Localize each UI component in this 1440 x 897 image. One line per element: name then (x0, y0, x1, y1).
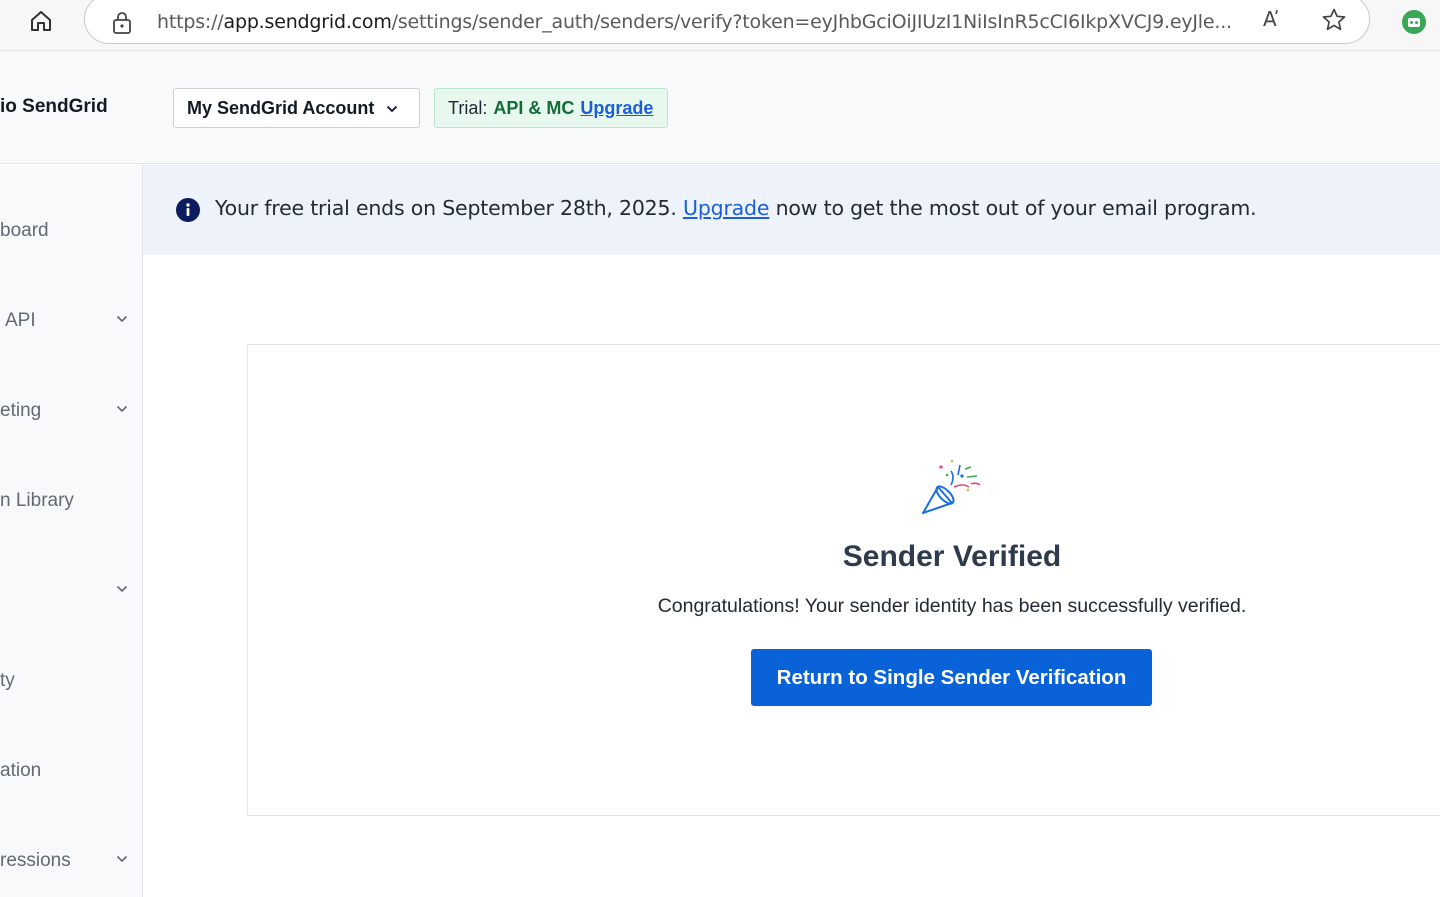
trial-banner: Your free trial ends on September 28th, … (143, 165, 1440, 255)
account-dropdown[interactable]: My SendGrid Account (173, 88, 420, 128)
sidebar-item-suppressions[interactable]: ressions (0, 841, 142, 881)
trial-badge: Trial: API & MC Upgrade (434, 88, 668, 128)
sidebar-item-label: ation (0, 760, 42, 781)
sidebar-item-label: n Library (0, 490, 74, 511)
lock-icon[interactable] (111, 11, 133, 35)
sidebar-item-stats[interactable] (0, 571, 142, 611)
extension-icon[interactable] (1400, 8, 1428, 36)
favorite-star-icon[interactable] (1321, 7, 1347, 33)
card-message: Congratulations! Your sender identity ha… (657, 595, 1247, 617)
chevron-down-icon (387, 105, 398, 113)
url-host: app.sendgrid.com (223, 11, 392, 33)
browser-toolbar: https://app.sendgrid.com/settings/sender… (0, 0, 1440, 51)
chevron-down-icon (116, 585, 128, 593)
url-path: /settings/sender_auth/senders/verify?tok… (391, 11, 1232, 33)
home-icon (31, 11, 51, 31)
sidebar-item-dashboard[interactable]: board (0, 211, 142, 251)
sidebar-item-label: eting (0, 400, 42, 421)
banner-upgrade-link[interactable]: Upgrade (683, 196, 769, 220)
sidebar-item-design-library[interactable]: n Library (0, 481, 142, 521)
home-button[interactable] (22, 6, 60, 36)
url-prefix: https:// (157, 11, 224, 33)
banner-text-before: Your free trial ends on September 28th, … (215, 196, 677, 220)
sidebar-item-activity[interactable]: ty (0, 661, 142, 701)
chevron-down-icon (116, 315, 128, 323)
account-label: My SendGrid Account (187, 97, 375, 118)
verification-card: Sender Verified Congratulations! Your se… (247, 344, 1440, 816)
sidebar-item-label: ressions (0, 850, 71, 871)
party-popper-icon (922, 459, 981, 514)
address-bar[interactable]: https://app.sendgrid.com/settings/sender… (84, 0, 1370, 44)
sidebar-item-email-api[interactable]: API (0, 301, 142, 341)
sidebar: board API eting n Library ty ation ressi… (0, 165, 143, 897)
chevron-down-icon (116, 855, 128, 863)
banner-text-after: now to get the most out of your email pr… (775, 196, 1257, 220)
trial-label: Trial: (448, 97, 488, 118)
sidebar-item-label: ty (0, 670, 15, 691)
sidebar-item-label: API (5, 310, 36, 331)
sidebar-item-marketing[interactable]: eting (0, 391, 142, 431)
chevron-down-icon (116, 405, 128, 413)
banner-message: Your free trial ends on September 28th, … (215, 196, 1257, 220)
app-header: io SendGrid My SendGrid Account Trial: A… (0, 51, 1440, 164)
card-title: Sender Verified (842, 540, 1062, 573)
url-text[interactable]: https://app.sendgrid.com/settings/sender… (157, 11, 1237, 33)
brand-name[interactable]: io SendGrid (0, 96, 108, 118)
sidebar-item-automation[interactable]: ation (0, 751, 142, 791)
trial-plan: API & MC (493, 97, 575, 118)
info-icon (176, 198, 200, 222)
sidebar-item-label: board (0, 220, 49, 241)
return-to-single-sender-button[interactable]: Return to Single Sender Verification (751, 649, 1152, 706)
read-aloud-icon[interactable]: A̕ (1263, 7, 1277, 31)
trial-upgrade-link[interactable]: Upgrade (580, 98, 653, 119)
